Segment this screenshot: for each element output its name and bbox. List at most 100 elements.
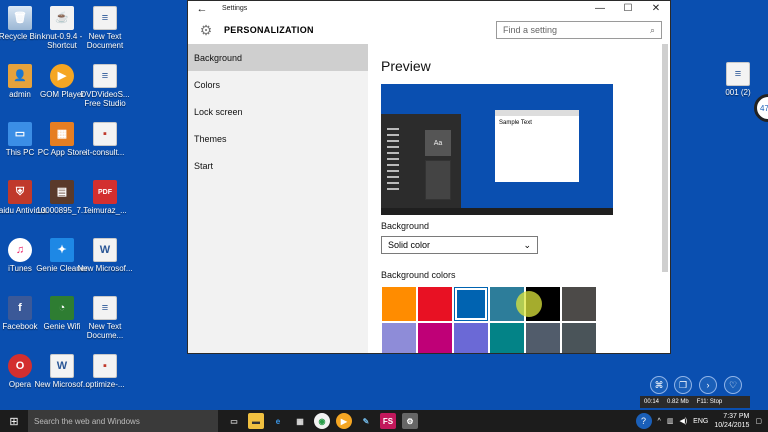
window-title: Settings bbox=[222, 5, 248, 12]
back-arrow-icon[interactable]: ← bbox=[188, 3, 216, 15]
desktop-icon-teimuraz[interactable]: PDF Teimuraz_... bbox=[75, 180, 135, 215]
preview-taskbar bbox=[381, 208, 613, 215]
background-preview: Aa Sample Text bbox=[381, 84, 613, 215]
desktop-icon-it-consult[interactable]: ▪ it-consult... bbox=[75, 122, 135, 157]
settings-header: ⚙ PERSONALIZATION Find a setting ⌕ bbox=[188, 16, 670, 44]
recorder-bar: 00:14 0.82 Mb F11: Stop bbox=[640, 396, 750, 408]
network-icon[interactable]: ▥ bbox=[667, 417, 674, 425]
desktop-icon-label: it-consult... bbox=[85, 148, 125, 157]
document-icon: ≡ bbox=[93, 296, 117, 320]
taskbar-search[interactable]: Search the web and Windows bbox=[28, 410, 218, 432]
gom-player-icon: ▶ bbox=[50, 64, 74, 88]
fs-app-icon[interactable]: FS bbox=[380, 413, 396, 429]
desktop-icon-001-2[interactable]: ≡ 001 (2) bbox=[708, 62, 768, 97]
help-icon[interactable]: ? bbox=[635, 413, 652, 429]
color-swatch[interactable] bbox=[454, 323, 488, 353]
color-swatch-grid bbox=[381, 286, 597, 353]
volume-icon[interactable]: ◀) bbox=[679, 417, 687, 425]
nav-item-lock-screen[interactable]: Lock screen bbox=[188, 98, 368, 125]
preview-tile-grid bbox=[425, 160, 451, 200]
copy-icon[interactable]: ❐ bbox=[674, 376, 692, 394]
document-icon: ≡ bbox=[726, 62, 750, 86]
file-explorer-icon[interactable]: ▬ bbox=[248, 413, 264, 429]
gom-player-icon[interactable]: ▶ bbox=[336, 413, 352, 429]
gear-icon: ⚙ bbox=[199, 21, 213, 38]
wifi-icon: ◔ bbox=[50, 296, 74, 320]
preview-start-menu: Aa bbox=[381, 114, 461, 208]
desktop-icon-new-text-doc-1[interactable]: ≡ New Text Document bbox=[75, 6, 135, 50]
preview-sample-text: Sample Text bbox=[499, 120, 532, 126]
desktop-icon-new-microsoft-word-1[interactable]: W New Microsof... bbox=[75, 238, 135, 273]
notifications-icon[interactable]: ▢ bbox=[755, 417, 762, 425]
color-swatch[interactable] bbox=[418, 287, 452, 321]
word-document-icon: W bbox=[50, 354, 74, 378]
task-view-icon[interactable]: ▭ bbox=[226, 413, 242, 429]
chevron-right-icon[interactable]: › bbox=[699, 376, 717, 394]
edge-icon[interactable]: e bbox=[270, 413, 286, 429]
settings-window: ← Settings — ☐ ✕ ⚙ PERSONALIZATION Find … bbox=[187, 0, 671, 354]
color-swatch[interactable] bbox=[526, 323, 560, 353]
title-bar: ← Settings — ☐ ✕ bbox=[188, 1, 670, 16]
background-colors-label: Background colors bbox=[381, 270, 456, 280]
color-swatch[interactable] bbox=[490, 323, 524, 353]
desktop-icon-dvdvideosoft[interactable]: ≡ DVDVideoS... Free Studio bbox=[75, 64, 135, 108]
desktop-icon-label: DVDVideoS... Free Studio bbox=[80, 90, 130, 108]
app-store-icon: ▦ bbox=[50, 122, 74, 146]
edge-badge: 47 bbox=[754, 94, 768, 122]
recorder-stop-hint[interactable]: F11: Stop bbox=[697, 399, 723, 405]
opera-icon: O bbox=[8, 354, 32, 378]
color-swatch[interactable] bbox=[454, 287, 488, 321]
nav-item-background[interactable]: Background bbox=[188, 44, 368, 71]
java-icon: ☕ bbox=[50, 6, 74, 30]
video-file-icon: ▤ bbox=[50, 180, 74, 204]
search-input[interactable]: Find a setting ⌕ bbox=[496, 21, 662, 39]
clock[interactable]: 7:37 PM 10/24/2015 bbox=[714, 412, 749, 430]
desktop-icon-optimize[interactable]: ▪ optimize-... bbox=[75, 354, 135, 389]
desktop-icon-new-text-doc-2[interactable]: ≡ New Text Docume... bbox=[75, 296, 135, 340]
windows-start-icon[interactable]: ⊞ bbox=[0, 410, 28, 432]
minimize-button[interactable]: — bbox=[586, 3, 614, 14]
search-icon: ⌕ bbox=[649, 24, 655, 35]
background-dropdown[interactable]: Solid color ⌄ bbox=[381, 236, 538, 254]
gamepad-icon[interactable]: ⌘ bbox=[650, 376, 668, 394]
color-swatch[interactable] bbox=[562, 287, 596, 321]
clock-time: 7:37 PM bbox=[723, 413, 750, 420]
taskbar: ⊞ Search the web and Windows ▭ ▬ e ▦ ◉ ▶… bbox=[0, 410, 768, 432]
preview-window: Sample Text bbox=[495, 110, 579, 182]
search-placeholder: Find a setting bbox=[503, 25, 558, 35]
heart-icon[interactable]: ♡ bbox=[724, 376, 742, 394]
color-swatch[interactable] bbox=[382, 287, 416, 321]
background-dropdown-value: Solid color bbox=[388, 240, 431, 250]
system-tray: ? ^ ▥ ◀) ENG 7:37 PM 10/24/2015 ▢ bbox=[635, 410, 762, 432]
itunes-icon: ♫ bbox=[8, 238, 32, 262]
chevron-up-icon[interactable]: ^ bbox=[658, 418, 661, 425]
shield-icon: ⛨ bbox=[8, 180, 32, 204]
settings-taskbar-icon[interactable]: ⚙ bbox=[402, 413, 418, 429]
preview-heading: Preview bbox=[381, 58, 431, 74]
chrome-icon[interactable]: ◉ bbox=[314, 413, 330, 429]
desktop-icon-label: optimize-... bbox=[85, 380, 125, 389]
maximize-button[interactable]: ☐ bbox=[614, 3, 642, 14]
user-folder-icon: 👤 bbox=[8, 64, 32, 88]
language-indicator[interactable]: ENG bbox=[693, 418, 708, 425]
desktop-icon-label: Teimuraz_... bbox=[83, 206, 127, 215]
store-icon[interactable]: ▦ bbox=[292, 413, 308, 429]
word-document-icon: W bbox=[93, 238, 117, 262]
desktop-icon-label: New Microsof... bbox=[77, 264, 133, 273]
desktop-icon-label: New Text Document bbox=[86, 32, 124, 50]
taskbar-apps: ▭ ▬ e ▦ ◉ ▶ ✎ FS ⚙ bbox=[218, 413, 418, 429]
facebook-icon: f bbox=[8, 296, 32, 320]
color-swatch[interactable] bbox=[418, 323, 452, 353]
nav-item-colors[interactable]: Colors bbox=[188, 71, 368, 98]
clock-date: 10/24/2015 bbox=[714, 422, 750, 429]
scrollbar[interactable] bbox=[662, 44, 668, 272]
color-swatch[interactable] bbox=[382, 323, 416, 353]
color-swatch[interactable] bbox=[562, 323, 596, 353]
chevron-down-icon: ⌄ bbox=[523, 239, 531, 250]
pen-icon[interactable]: ✎ bbox=[358, 413, 374, 429]
computer-icon: ▭ bbox=[8, 122, 32, 146]
close-button[interactable]: ✕ bbox=[642, 3, 670, 14]
nav-item-themes[interactable]: Themes bbox=[188, 125, 368, 152]
background-label: Background bbox=[381, 221, 430, 231]
nav-item-start[interactable]: Start bbox=[188, 152, 368, 179]
